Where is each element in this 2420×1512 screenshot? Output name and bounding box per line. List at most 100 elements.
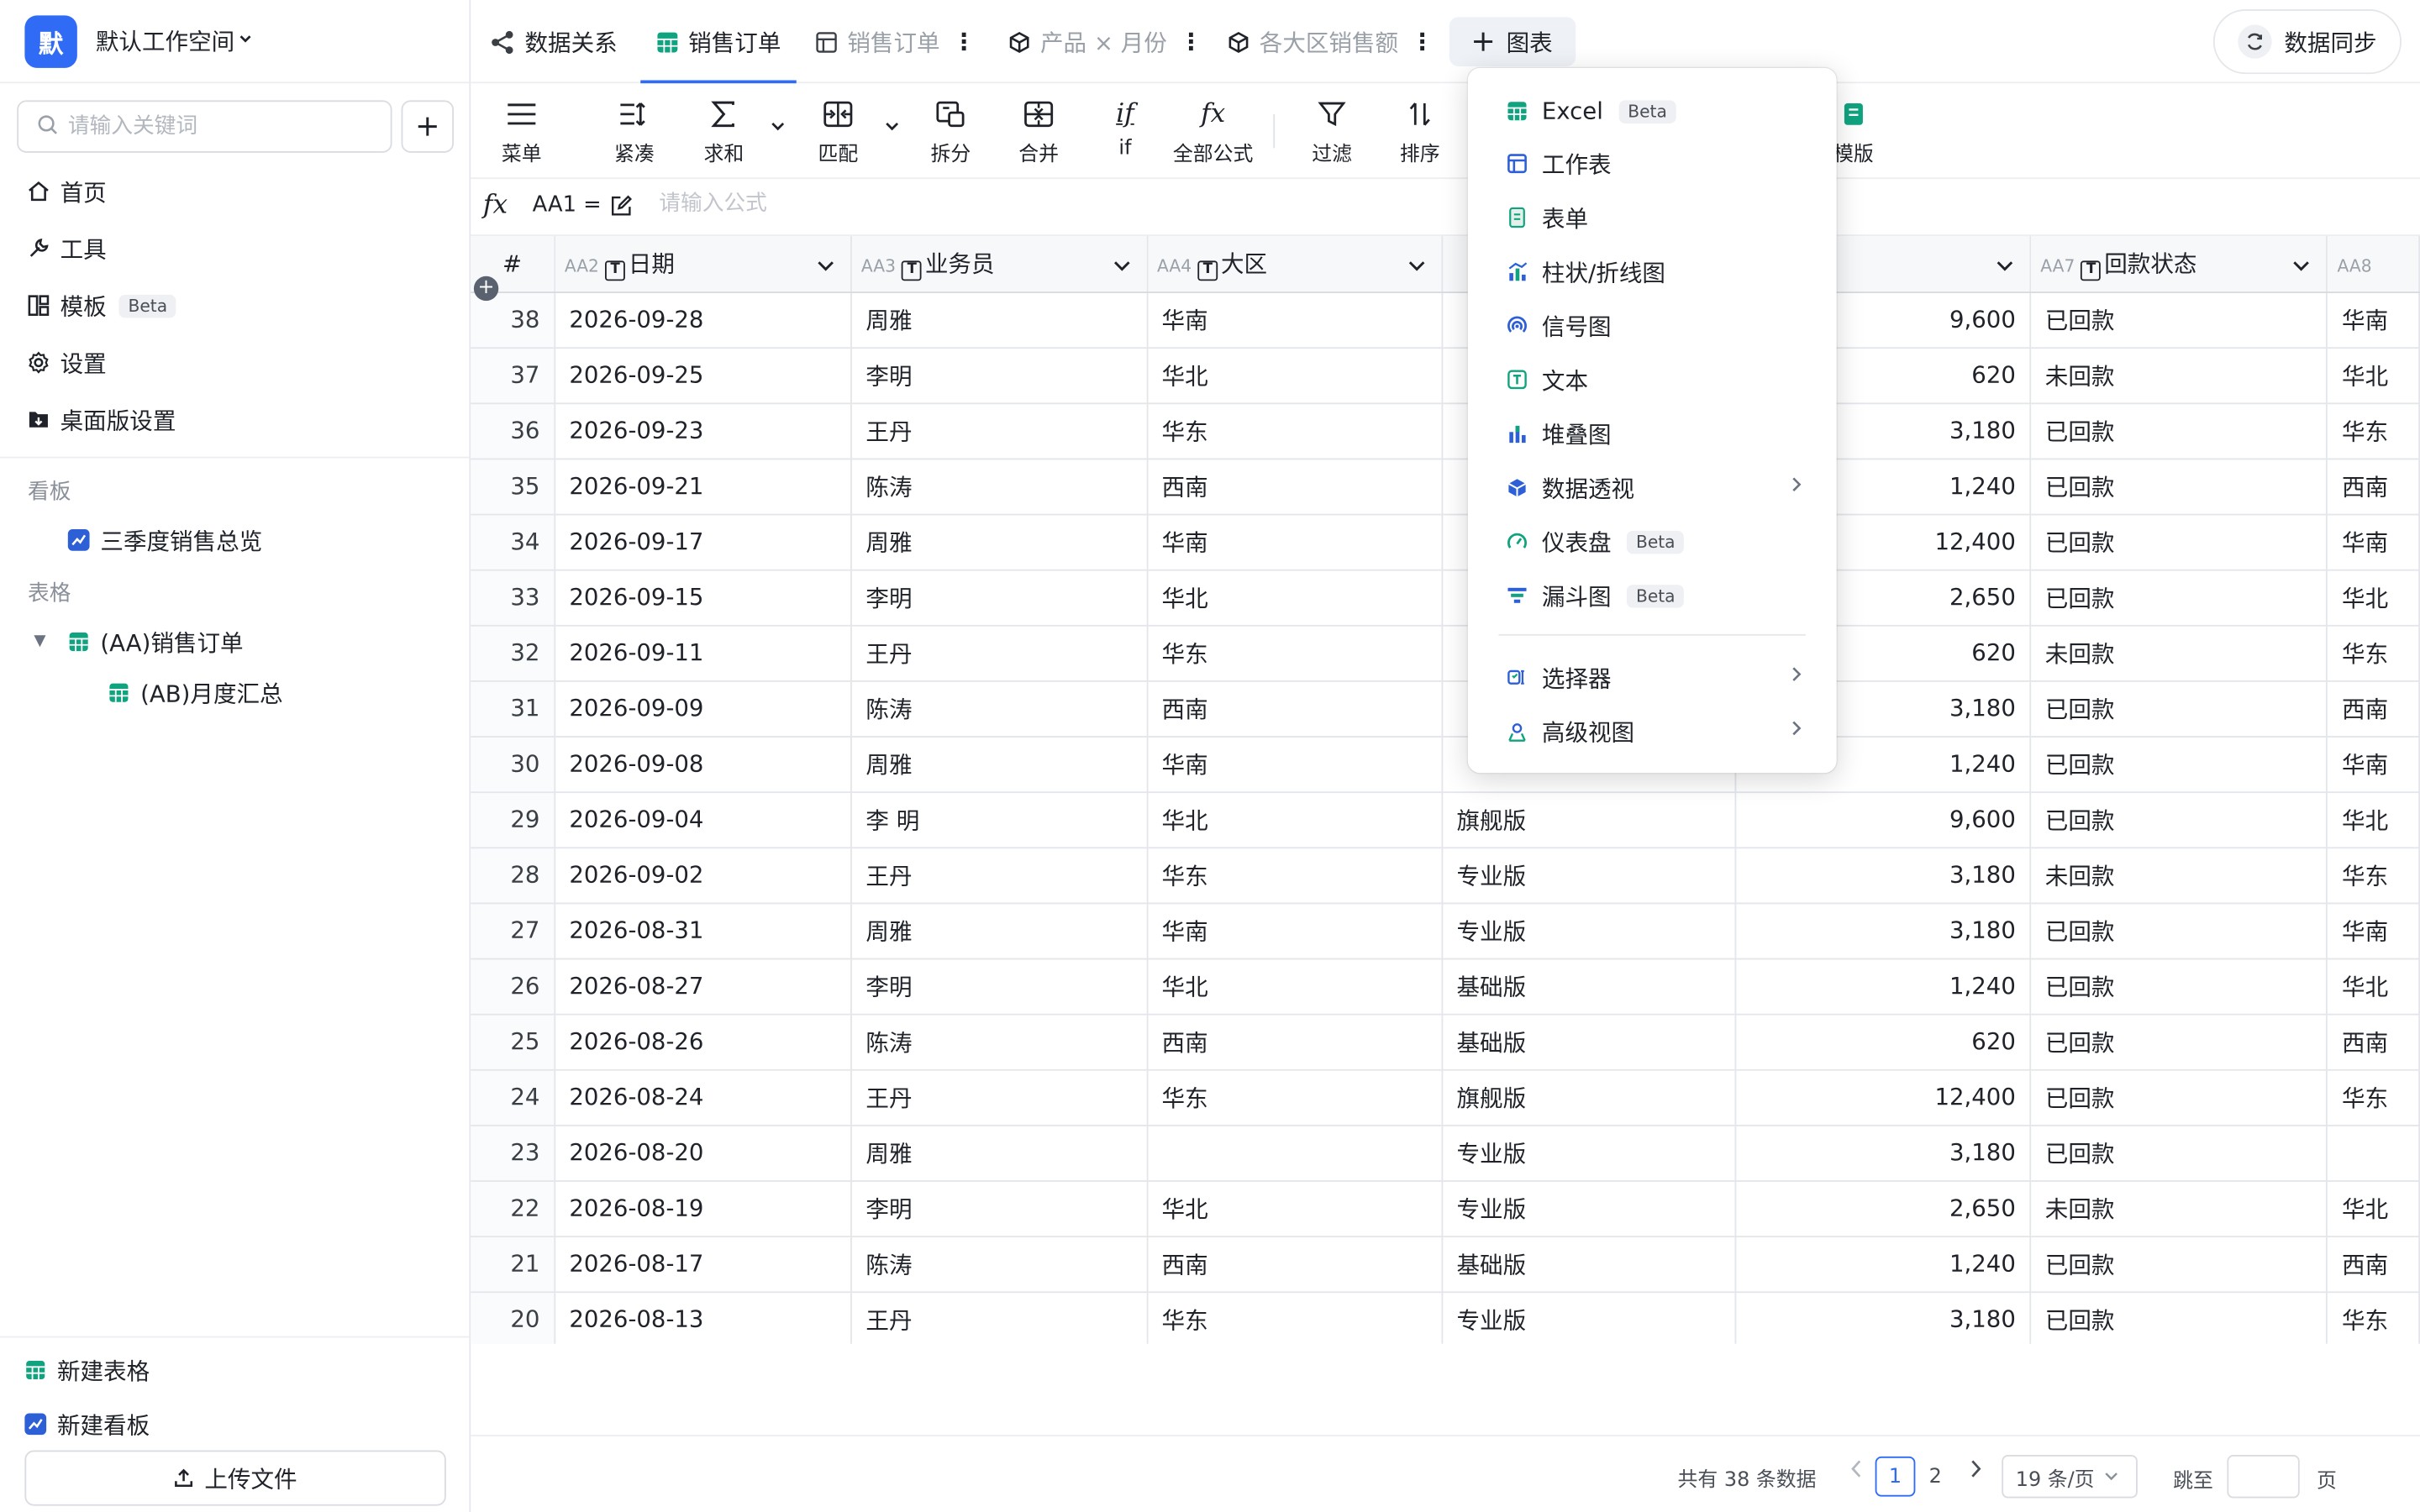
cell-date[interactable]: 2026-09-17 [554, 513, 852, 570]
cell-region[interactable]: 华南 [1147, 736, 1443, 793]
tab-product-month[interactable]: 产品 × 月份 ⋮ [1007, 0, 1202, 83]
more-icon[interactable]: ⋮ [1411, 28, 1434, 55]
cell-date[interactable]: 2026-09-09 [554, 680, 852, 738]
cell-product[interactable]: 旗舰版 [1442, 791, 1737, 848]
cell-salesperson[interactable]: 李明 [850, 347, 1148, 404]
cell-index[interactable]: 22 [471, 1180, 555, 1237]
cell-region[interactable]: 华北 [1147, 958, 1443, 1015]
cell-payment-status[interactable]: 已回款 [2030, 513, 2328, 570]
cell-date[interactable]: 2026-09-21 [554, 458, 852, 515]
chevron-down-icon[interactable] [771, 118, 786, 138]
cell-salesperson[interactable]: 李 明 [850, 791, 1148, 848]
cell-aa8[interactable]: 华东 [2327, 847, 2420, 904]
cell-index[interactable]: 37 [471, 347, 555, 404]
cell-aa8[interactable]: 华北 [2327, 1180, 2420, 1237]
cell-aa8[interactable]: 西南 [2327, 1236, 2420, 1293]
nav-templates[interactable]: 模板 Beta [24, 284, 177, 327]
cell-aa8[interactable]: 华北 [2327, 347, 2420, 404]
menu-item-selector[interactable]: 选择器 [1468, 651, 1837, 703]
cell-product[interactable]: 旗舰版 [1442, 1068, 1737, 1126]
cell-aa8[interactable]: 华北 [2327, 791, 2420, 848]
cell-payment-status[interactable]: 已回款 [2030, 902, 2328, 959]
cell-amount[interactable]: 3,180 [1735, 847, 2032, 904]
formula-input[interactable] [659, 191, 1431, 217]
cell-index[interactable]: 36 [471, 402, 555, 459]
chevron-down-icon[interactable] [884, 118, 899, 138]
cell-aa8[interactable]: 华东 [2327, 1291, 2420, 1344]
cell-index[interactable]: 24 [471, 1068, 555, 1126]
cell-salesperson[interactable]: 李明 [850, 569, 1148, 626]
cell-region[interactable]: 华北 [1147, 569, 1443, 626]
cell-region[interactable]: 西南 [1147, 458, 1443, 515]
cell-date[interactable]: 2026-08-27 [554, 958, 852, 1015]
tool-compact[interactable]: 紧凑 [596, 96, 673, 170]
next-page-icon[interactable] [1968, 1458, 1983, 1486]
tool-merge[interactable]: 合并 [1000, 96, 1077, 170]
chevron-down-icon[interactable] [817, 251, 835, 279]
cell-amount[interactable]: 12,400 [1735, 1068, 2032, 1126]
menu-item-form[interactable]: 表单 [1468, 192, 1837, 244]
cell-aa8[interactable]: 华北 [2327, 958, 2420, 1015]
tool-sort[interactable]: 排序 [1381, 96, 1459, 170]
chevron-down-icon[interactable] [2292, 251, 2311, 279]
chevron-down-icon[interactable] [1407, 251, 1426, 279]
search-input[interactable] [67, 113, 361, 139]
tool-filter[interactable]: 过滤 [1293, 96, 1370, 170]
cell-index[interactable]: 25 [471, 1013, 555, 1070]
page-size-select[interactable]: 19 条/页 [2002, 1455, 2138, 1499]
cell-salesperson[interactable]: 李明 [850, 958, 1148, 1015]
cell-payment-status[interactable]: 已回款 [2030, 736, 2328, 793]
cell-salesperson[interactable]: 王丹 [850, 402, 1148, 459]
cell-amount[interactable]: 3,180 [1735, 1291, 2032, 1344]
cell-payment-status[interactable]: 已回款 [2030, 1291, 2328, 1344]
cell-date[interactable]: 2026-09-28 [554, 291, 852, 349]
cell-region[interactable]: 华北 [1147, 1180, 1443, 1237]
cell-amount[interactable]: 1,240 [1735, 958, 2032, 1015]
cell-payment-status[interactable]: 未回款 [2030, 624, 2328, 681]
cell-product[interactable]: 专业版 [1442, 847, 1737, 904]
cell-index[interactable]: 31 [471, 680, 555, 738]
cell-payment-status[interactable]: 已回款 [2030, 791, 2328, 848]
cell-salesperson[interactable]: 王丹 [850, 1068, 1148, 1126]
cell-payment-status[interactable]: 未回款 [2030, 347, 2328, 404]
tool-sum[interactable]: 求和 [686, 96, 763, 170]
cell-index[interactable]: 35 [471, 458, 555, 515]
board-item[interactable]: 三季度销售总览 [67, 520, 262, 560]
cell-index[interactable]: 28 [471, 847, 555, 904]
page-button-2[interactable]: 2 [1915, 1457, 1955, 1497]
goto-page-input[interactable] [2227, 1455, 2300, 1499]
cell-region[interactable]: 华北 [1147, 791, 1443, 848]
cell-aa8[interactable]: 西南 [2327, 680, 2420, 738]
menu-item-advanced-view[interactable]: 高级视图 [1468, 705, 1837, 757]
menu-item-worksheet[interactable]: 工作表 [1468, 137, 1837, 189]
cell-region[interactable]: 华北 [1147, 347, 1443, 404]
cell-salesperson[interactable]: 王丹 [850, 1291, 1148, 1344]
cell-date[interactable]: 2026-09-23 [554, 402, 852, 459]
column-header-salesperson[interactable]: AA3 T 业务员 [850, 236, 1148, 293]
cell-aa8[interactable]: 华东 [2327, 402, 2420, 459]
cell-region[interactable]: 西南 [1147, 1013, 1443, 1070]
cell-date[interactable]: 2026-08-26 [554, 1013, 852, 1070]
chevron-down-icon[interactable] [1996, 251, 2014, 279]
tab-region-sales[interactable]: 各大区销售额 ⋮ [1227, 0, 1434, 83]
cell-payment-status[interactable]: 已回款 [2030, 1124, 2328, 1182]
cell-date[interactable]: 2026-08-31 [554, 902, 852, 959]
cell-aa8[interactable] [2327, 1124, 2420, 1182]
menu-item-bar-line-chart[interactable]: 柱状/折线图 [1468, 245, 1837, 297]
cell-salesperson[interactable]: 陈涛 [850, 458, 1148, 515]
cell-date[interactable]: 2026-08-13 [554, 1291, 852, 1344]
cell-index[interactable]: 34 [471, 513, 555, 570]
cell-payment-status[interactable]: 已回款 [2030, 1236, 2328, 1293]
cell-date[interactable]: 2026-09-08 [554, 736, 852, 793]
tool-split[interactable]: 拆分 [913, 96, 990, 170]
cell-index[interactable]: 21 [471, 1236, 555, 1293]
table-item-sales[interactable]: (AA)销售订单 [68, 622, 244, 662]
cell-date[interactable]: 2026-08-24 [554, 1068, 852, 1126]
cell-salesperson[interactable]: 周雅 [850, 1124, 1148, 1182]
cell-region[interactable]: 华南 [1147, 902, 1443, 959]
page-button-1[interactable]: 1 [1875, 1456, 1916, 1497]
column-header-payment-status[interactable]: AA7 T 回款状态 [2030, 236, 2328, 293]
cell-region[interactable]: 西南 [1147, 1236, 1443, 1293]
cell-index[interactable]: 26 [471, 958, 555, 1015]
cell-aa8[interactable]: 华东 [2327, 1068, 2420, 1126]
